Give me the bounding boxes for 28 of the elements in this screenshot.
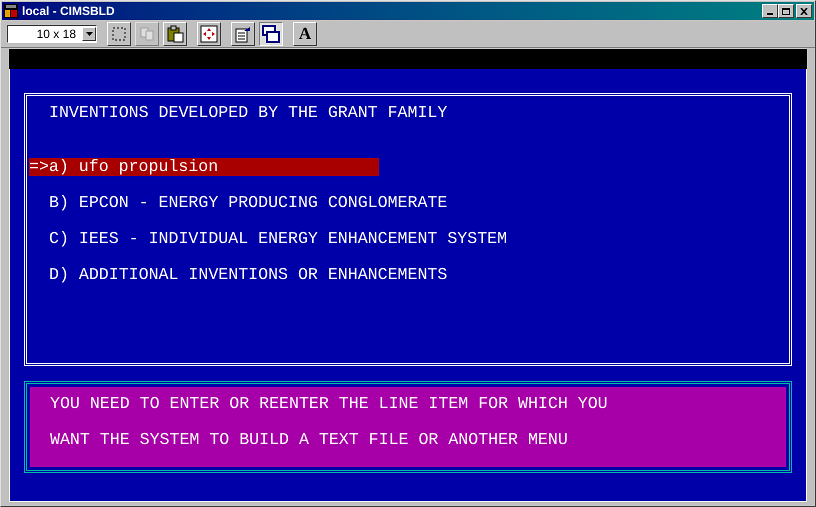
font-button[interactable]: A xyxy=(293,22,317,46)
app-icon xyxy=(4,4,18,18)
message-line: WANT THE SYSTEM TO BUILD A TEXT FILE OR ANOTHER MENU xyxy=(50,431,568,449)
window-title: local - CIMSBLD xyxy=(22,3,115,20)
maximize-icon xyxy=(782,8,790,14)
menu-item[interactable]: B) EPCON - ENERGY PRODUCING CONGLOMERATE xyxy=(49,194,448,212)
minimize-button[interactable] xyxy=(762,4,778,18)
fullscreen-button[interactable] xyxy=(197,22,221,46)
properties-icon xyxy=(234,24,252,42)
mark-button[interactable] xyxy=(107,22,131,46)
copy-icon xyxy=(139,26,155,42)
properties-button[interactable] xyxy=(231,22,255,46)
menu-title: INVENTIONS DEVELOPED BY THE GRANT FAMILY xyxy=(48,104,448,122)
menu-item[interactable]: =>a) ufo propulsion xyxy=(29,158,379,176)
menu-item[interactable]: D) ADDITIONAL INVENTIONS OR ENHANCEMENTS xyxy=(49,266,448,284)
maximize-button[interactable] xyxy=(778,4,794,18)
background-button[interactable] xyxy=(259,22,283,46)
four-arrows-icon xyxy=(200,24,218,42)
menu-item[interactable]: C) IEES - INDIVIDUAL ENERGY ENHANCEMENT SYSTEM xyxy=(49,230,508,248)
paste-button[interactable] xyxy=(163,22,187,46)
message-line: YOU NEED TO ENTER OR REENTER THE LINE ITEM FOR WHICH YOU xyxy=(50,395,608,413)
windows-icon xyxy=(262,24,280,42)
close-button[interactable] xyxy=(796,4,812,18)
clipboard-icon xyxy=(166,24,184,42)
selection-icon xyxy=(111,26,127,42)
close-icon xyxy=(800,8,808,14)
font-size-value: 10 x 18 xyxy=(36,26,77,42)
font-size-dropdown[interactable]: 10 x 18 xyxy=(7,24,97,42)
